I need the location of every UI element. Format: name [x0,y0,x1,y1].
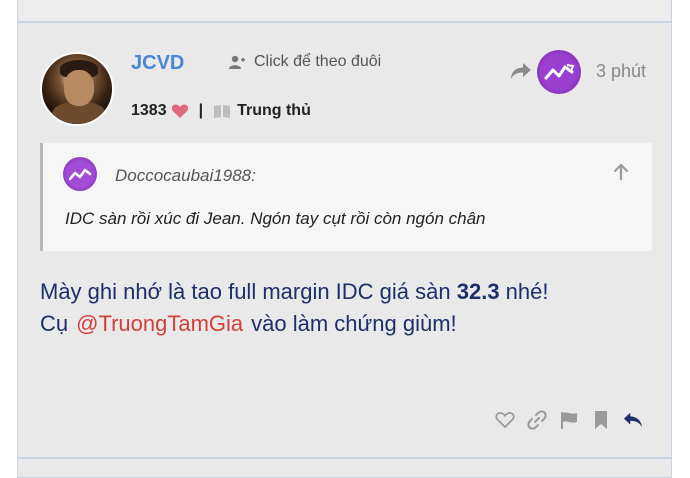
message-line1-prefix: Mày ghi nhớ là tao full margin IDC giá s… [40,279,457,304]
user-mention[interactable]: @TruongTamGia [76,311,243,336]
message-number: 32.3 [456,279,500,304]
next-post-card [17,458,672,478]
user-avatar[interactable] [40,52,114,126]
heart-outline-icon[interactable] [495,409,515,431]
post-username[interactable]: JCVD [131,52,184,75]
post-message: Mày ghi nhớ là tao full margin IDC giá s… [40,276,549,340]
reply-to-user-avatar[interactable] [537,50,581,94]
post-time[interactable]: 3 phút [596,61,646,82]
share-arrow-icon[interactable] [510,62,532,85]
quote-username: Doccocaubai1988: [115,166,256,185]
stats-separator: | [198,102,204,119]
quote-block: Doccocaubai1988: IDC sàn rồi xúc đi Jean… [40,143,652,251]
message-line1-suffix: nhé! [499,279,549,304]
message-line2-prefix: Cụ [40,311,69,336]
person-plus-icon [228,54,246,70]
likes-count: 1383 [131,102,167,119]
message-line2-suffix: vào làm chứng giùm! [251,311,457,336]
follow-label: Click để theo đuôi [254,53,382,70]
arrow-up-icon[interactable] [612,163,630,186]
follow-button[interactable]: Click để theo đuôi [228,53,381,71]
reply-icon[interactable] [623,409,643,431]
message-line-1: Mày ghi nhớ là tao full margin IDC giá s… [40,276,549,308]
heart-icon [171,103,189,119]
user-stats: 1383 | Trung thủ [131,102,311,120]
message-line-2: Cụ @TruongTamGia vào làm chứng giùm! [40,308,549,340]
flag-icon[interactable] [559,409,579,431]
post-divider [17,22,672,23]
quote-user-avatar[interactable] [63,157,97,191]
bookmark-icon[interactable] [591,409,611,431]
book-icon [213,103,231,119]
link-icon[interactable] [527,409,547,431]
post-actions [495,409,643,431]
user-badge-label[interactable]: Trung thủ [237,102,311,120]
quote-text: IDC sàn rồi xúc đi Jean. Ngón tay cụt rồ… [65,209,486,228]
previous-post-card [17,0,672,22]
